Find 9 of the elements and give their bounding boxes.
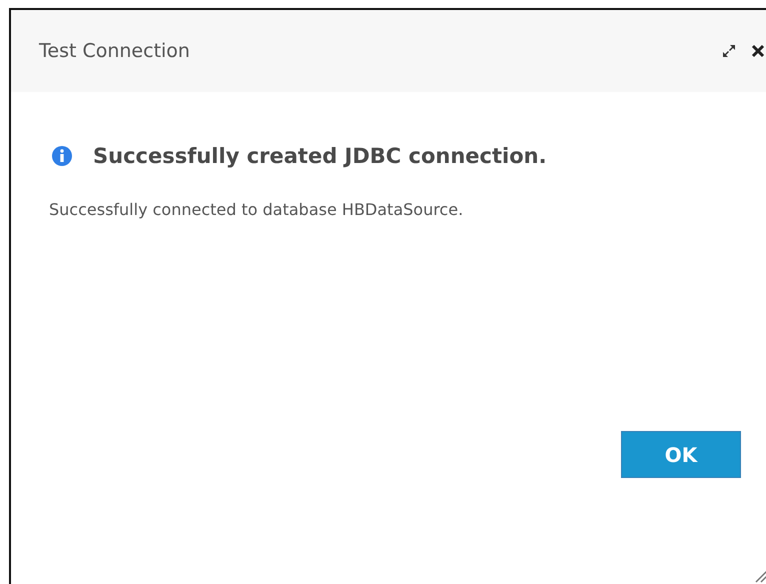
message-text: Successfully connected to database HBDataSource. (49, 200, 464, 219)
maximize-button[interactable] (721, 43, 737, 59)
close-icon (751, 44, 765, 58)
close-button[interactable] (751, 44, 765, 58)
expand-icon (721, 43, 737, 59)
ok-button[interactable]: OK (621, 431, 741, 478)
info-icon (51, 145, 73, 167)
message-heading: Successfully created JDBC connection. (93, 144, 547, 168)
window-title: Test Connection (39, 40, 191, 62)
